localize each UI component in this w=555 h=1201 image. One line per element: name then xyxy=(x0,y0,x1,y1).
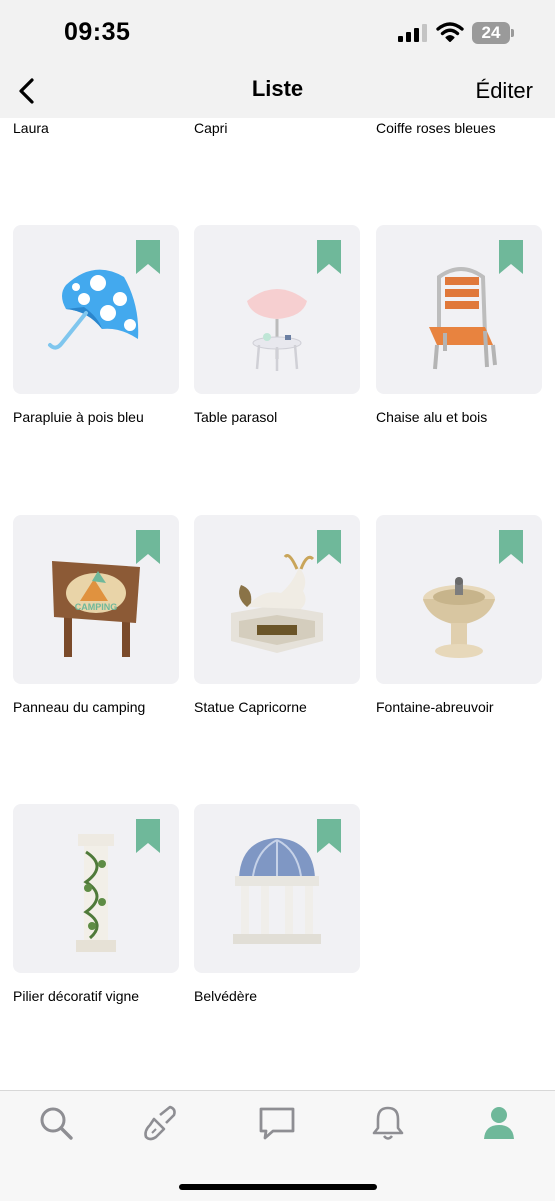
item-card-gazebo[interactable] xyxy=(194,804,360,973)
polka-dot-umbrella-icon xyxy=(48,269,139,350)
parasol-table-icon xyxy=(247,289,307,371)
items-grid[interactable]: Laura Capri Coiffe roses bleues Paraplui… xyxy=(0,118,555,1090)
item-card-vine-pillar[interactable] xyxy=(13,804,179,973)
status-time: 09:35 xyxy=(64,18,131,46)
bell-icon[interactable] xyxy=(368,1103,408,1143)
item-label: Belvédère xyxy=(194,988,258,1004)
paintbrush-icon[interactable] xyxy=(140,1103,180,1143)
item-label: Parapluie à pois bleu xyxy=(13,409,144,425)
status-bar: 09:35 24 xyxy=(0,0,555,66)
home-indicator xyxy=(179,1184,377,1190)
item-card-umbrella[interactable] xyxy=(13,225,179,394)
profile-icon[interactable] xyxy=(479,1103,519,1143)
item-label: Fontaine-abreuvoir xyxy=(376,699,494,715)
drinking-fountain-icon xyxy=(423,577,495,658)
item-label: Chaise alu et bois xyxy=(376,409,488,425)
item-label: Coiffe roses bleues xyxy=(376,120,496,136)
edit-button[interactable]: Éditer xyxy=(476,78,533,104)
battery-indicator: 24 xyxy=(472,22,510,44)
item-label: Laura xyxy=(13,120,49,136)
aluminum-wood-chair-icon xyxy=(429,267,497,370)
item-card-camping-sign[interactable]: CAMPING xyxy=(13,515,179,684)
vine-pillar-icon xyxy=(76,834,116,952)
item-label: Table parasol xyxy=(194,409,278,425)
camping-sign-icon: CAMPING xyxy=(52,561,140,657)
navigation-bar: Liste Éditer xyxy=(0,66,555,118)
battery-tip xyxy=(511,29,514,37)
item-label: Panneau du camping xyxy=(13,699,146,715)
gazebo-icon xyxy=(233,838,321,944)
wifi-icon xyxy=(436,22,464,42)
item-card-fountain[interactable] xyxy=(376,515,542,684)
item-card-parasol-table[interactable] xyxy=(194,225,360,394)
chat-icon[interactable] xyxy=(257,1103,297,1143)
cellular-signal-icon xyxy=(398,24,427,42)
search-icon[interactable] xyxy=(36,1103,76,1143)
item-label: Statue Capricorne xyxy=(194,699,307,715)
item-card-capricorn-statue[interactable] xyxy=(194,515,360,684)
item-label: Pilier décoratif vigne xyxy=(13,988,140,1004)
sign-text: CAMPING xyxy=(75,602,118,612)
item-label: Capri xyxy=(194,120,228,136)
capricorn-statue-icon xyxy=(231,554,323,653)
page-title: Liste xyxy=(251,76,304,101)
item-card-chair[interactable] xyxy=(376,225,542,394)
